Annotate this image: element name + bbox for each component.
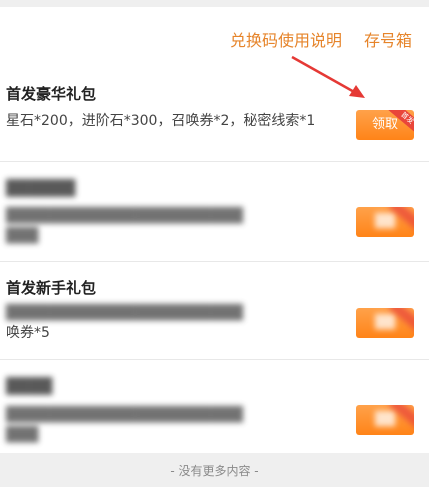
claim-button-label-blurred: ██ bbox=[375, 315, 395, 330]
storage-box-link[interactable]: 存号箱 bbox=[364, 31, 412, 51]
pack-description-blurred: ██████████████████████ ███ bbox=[6, 407, 243, 443]
pack-title: 首发新手礼包 bbox=[6, 279, 97, 297]
claim-button[interactable]: ██ bbox=[356, 207, 414, 237]
no-more-content: - 没有更多内容 - bbox=[170, 464, 259, 478]
pack-title-blurred: ████ bbox=[6, 377, 53, 395]
claim-button-label-blurred: ██ bbox=[375, 412, 395, 427]
pack-description: 星石*200，进阶石*300，召唤券*2，秘密线索*1 bbox=[6, 113, 316, 129]
gift-pack-page: 兑换码使用说明 存号箱 首发豪华礼包 星石*200，进阶石*300，召唤券*2，… bbox=[0, 0, 429, 487]
content-panel: 兑换码使用说明 存号箱 首发豪华礼包 星石*200，进阶石*300，召唤券*2，… bbox=[0, 7, 429, 453]
pack-description-blurred: ██████████████████████ bbox=[6, 305, 243, 321]
redeem-help-link[interactable]: 兑换码使用说明 bbox=[230, 31, 342, 51]
pack-title-blurred: ██████ bbox=[6, 179, 76, 197]
pack-description-visible: 唤券*5 bbox=[6, 325, 50, 341]
claim-button-label-blurred: ██ bbox=[375, 214, 395, 229]
pack-title: 首发豪华礼包 bbox=[6, 85, 97, 103]
header-links: 兑换码使用说明 存号箱 bbox=[230, 31, 412, 51]
claim-button-label: 领取 bbox=[371, 117, 398, 132]
pack-description-blurred: ██████████████████████ ███ bbox=[6, 208, 243, 244]
top-strip bbox=[0, 0, 429, 7]
claim-button[interactable]: 领取 首发 bbox=[356, 110, 414, 140]
gift-pack-item: 首发豪华礼包 星石*200，进阶石*300，召唤券*2，秘密线索*1 领取 首发 bbox=[0, 65, 429, 162]
gift-pack-item: ████ ██████████████████████ ███ ██ bbox=[0, 359, 429, 453]
gift-pack-item: 首发新手礼包 ██████████████████████ 唤券*5 ██ bbox=[0, 261, 429, 360]
claim-button[interactable]: ██ bbox=[356, 308, 414, 338]
claim-button[interactable]: ██ bbox=[356, 405, 414, 435]
gift-pack-item: ██████ ██████████████████████ ███ ██ bbox=[0, 161, 429, 262]
pack-description: ██████████████████████ 唤券*5 bbox=[6, 303, 326, 343]
